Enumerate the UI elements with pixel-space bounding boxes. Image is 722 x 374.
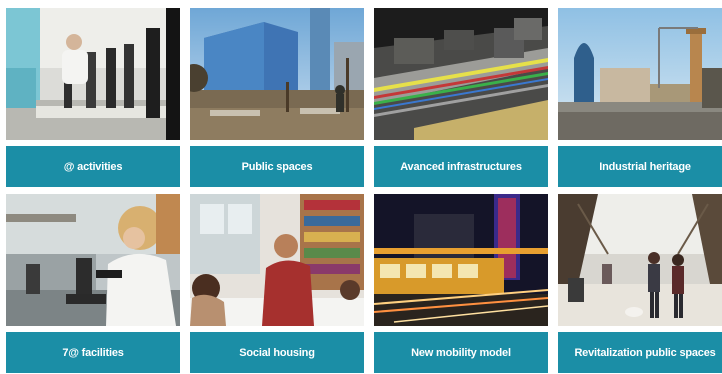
infrastructure-3d-render-image (374, 8, 548, 140)
tile-label: 7@ facilities (6, 332, 180, 373)
tile-activities[interactable]: @ activities (6, 8, 180, 188)
office-workers-image (6, 8, 180, 140)
tile-label: Avanced infrastructures (374, 146, 548, 187)
tile-mobility-model[interactable]: New mobility model (374, 194, 548, 374)
social-housing-interior-image (190, 194, 364, 326)
tile-social-housing[interactable]: Social housing (190, 194, 364, 374)
pedestrian-street-image (558, 194, 722, 326)
tile-label: Social housing (190, 332, 364, 373)
tram-night-image (374, 194, 548, 326)
public-space-buildings-image (190, 8, 364, 140)
tile-public-spaces[interactable]: Public spaces (190, 8, 364, 188)
tile-label: Industrial heritage (558, 146, 722, 187)
tile-infrastructures[interactable]: Avanced infrastructures (374, 8, 548, 188)
tile-label: Revitalization public spaces (558, 332, 722, 373)
laboratory-microscope-image (6, 194, 180, 326)
tile-label: Public spaces (190, 146, 364, 187)
tile-revitalization[interactable]: Revitalization public spaces (558, 194, 722, 374)
tile-industrial-heritage[interactable]: Industrial heritage (558, 8, 722, 188)
tile-grid: @ activities Public spaces Avanced infra… (6, 8, 722, 373)
tile-facilities[interactable]: 7@ facilities (6, 194, 180, 374)
industrial-chimney-tower-image (558, 8, 722, 140)
tile-label: New mobility model (374, 332, 548, 373)
tile-label: @ activities (6, 146, 180, 187)
